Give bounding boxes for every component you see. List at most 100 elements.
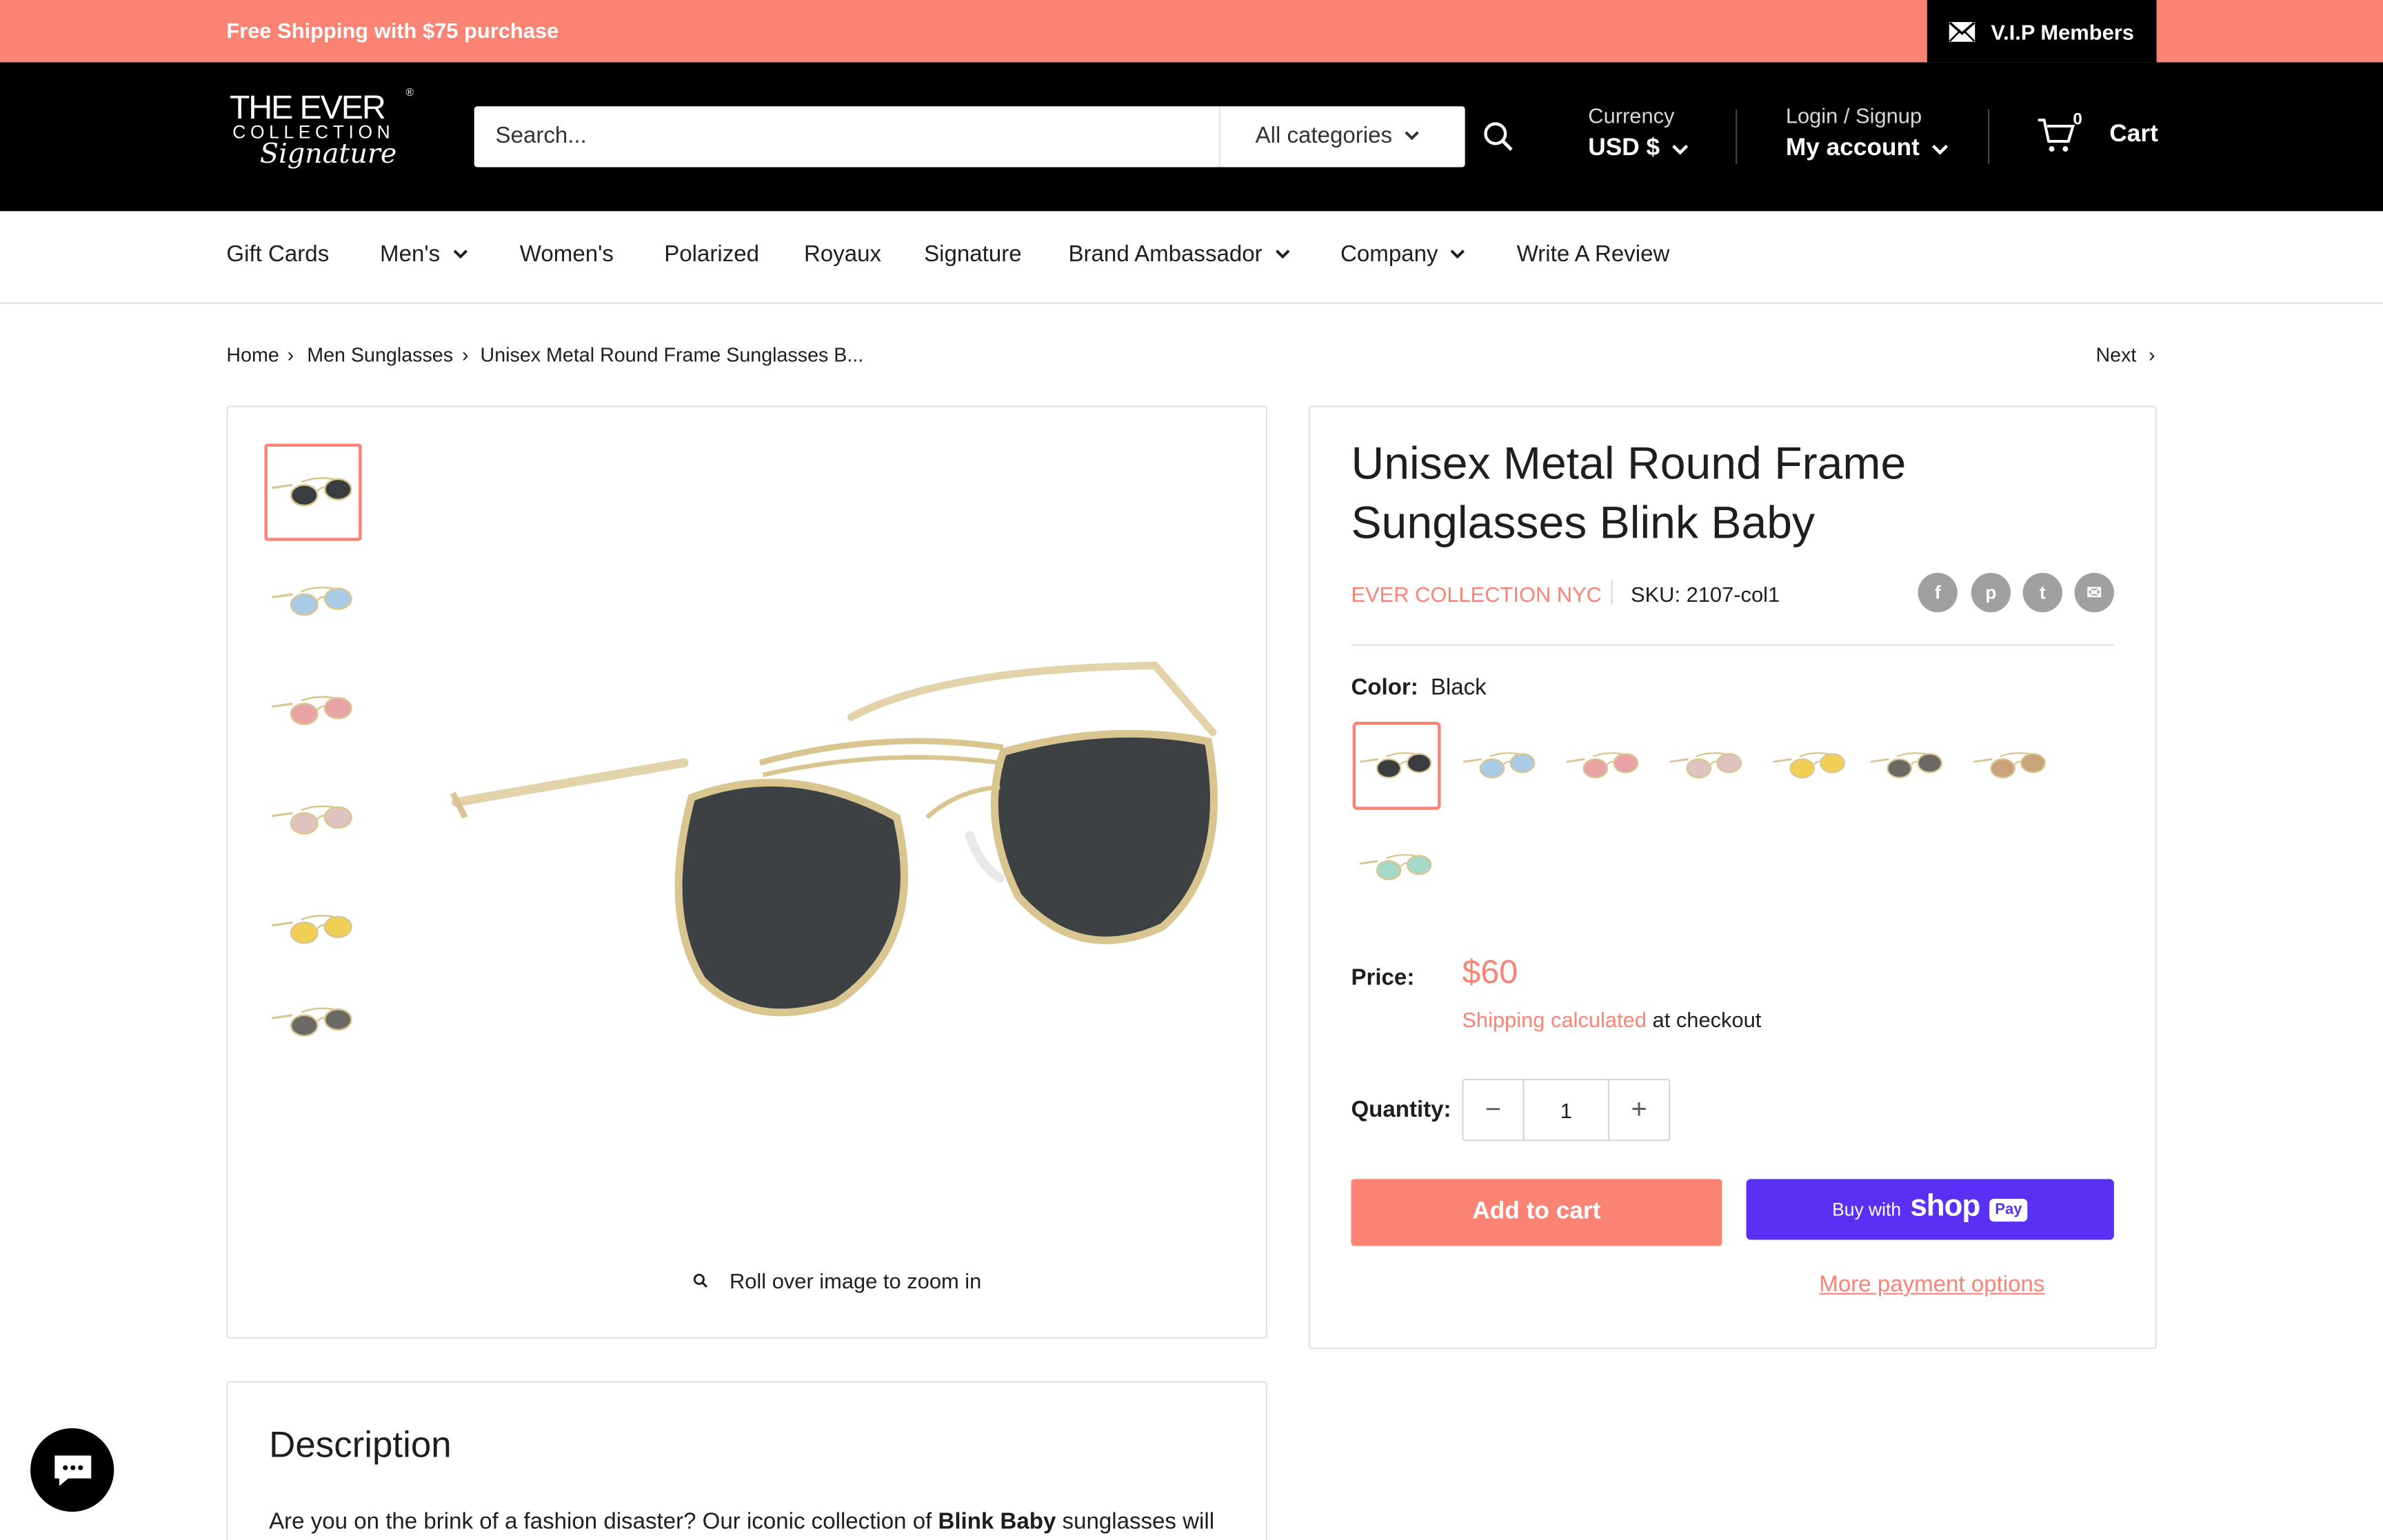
quantity-input[interactable]: 1 bbox=[1525, 1080, 1608, 1139]
cart-link[interactable]: 0 Cart bbox=[2036, 111, 2158, 155]
sunglasses-icon bbox=[1566, 752, 1639, 779]
nav-label: Gift Cards bbox=[226, 241, 330, 267]
quantity-increase-button[interactable]: + bbox=[1607, 1080, 1669, 1140]
nav-gift-cards[interactable]: Gift Cards bbox=[226, 241, 329, 267]
gallery-thumb-4[interactable] bbox=[265, 772, 362, 869]
cart-icon-wrap: 0 bbox=[2036, 111, 2082, 155]
product-price: $60 bbox=[1462, 952, 1518, 991]
gallery-thumb-3[interactable] bbox=[265, 662, 362, 760]
color-label: Color: bbox=[1351, 674, 1418, 701]
shop-logo: shop bbox=[1910, 1189, 1980, 1224]
chevron-right-icon: › bbox=[462, 343, 469, 367]
color-swatch-smoke[interactable] bbox=[1863, 722, 1951, 810]
pay-badge: Pay bbox=[1989, 1197, 2029, 1221]
nav-label: Company bbox=[1340, 241, 1438, 267]
sunglasses-icon bbox=[1462, 752, 1536, 779]
chevron-right-icon: › bbox=[287, 343, 294, 367]
minus-icon: − bbox=[1485, 1093, 1502, 1125]
nav-polarized[interactable]: Polarized bbox=[664, 241, 759, 267]
nav-write-review[interactable]: Write A Review bbox=[1517, 241, 1670, 267]
logo-registered: ® bbox=[405, 88, 414, 99]
color-swatch-rose[interactable] bbox=[1662, 722, 1751, 810]
zoom-hint: Roll over image to zoom in bbox=[693, 1268, 981, 1293]
nav-signature[interactable]: Signature bbox=[924, 241, 1022, 267]
buy-with-label: Buy with bbox=[1832, 1199, 1902, 1220]
description-title: Description bbox=[269, 1425, 452, 1466]
breadcrumb-home[interactable]: Home bbox=[226, 343, 279, 366]
nav-mens[interactable]: Men's bbox=[380, 241, 467, 267]
color-swatch-yellow[interactable] bbox=[1766, 722, 1854, 810]
email-glyph: ✉ bbox=[2087, 582, 2102, 604]
currency-selector[interactable]: Currency USD $ bbox=[1588, 103, 1689, 163]
nav-label: Women's bbox=[519, 241, 614, 267]
mail-icon bbox=[1949, 21, 1975, 41]
gallery-thumb-2[interactable] bbox=[265, 553, 362, 650]
color-swatch-pink[interactable] bbox=[1559, 722, 1647, 810]
quantity-stepper: − 1 + bbox=[1462, 1078, 1671, 1142]
nav-company[interactable]: Company bbox=[1340, 241, 1465, 267]
facebook-icon[interactable]: f bbox=[1918, 572, 1958, 613]
quantity-decrease-button[interactable]: − bbox=[1464, 1080, 1525, 1140]
pinterest-glyph: p bbox=[1985, 582, 1997, 604]
description-text-bold: Blink Baby bbox=[938, 1508, 1056, 1535]
product-main-image[interactable] bbox=[441, 638, 1231, 1033]
color-label-row: Color: Black bbox=[1351, 675, 1486, 700]
account-value-row: My account bbox=[1786, 135, 1949, 163]
store-logo[interactable]: THE EVER ® COLLECTION Signature bbox=[226, 88, 421, 185]
nav-label: Polarized bbox=[664, 241, 760, 267]
chevron-down-icon bbox=[452, 250, 467, 259]
color-swatch-black[interactable] bbox=[1352, 721, 1441, 810]
next-product-link[interactable]: Next › bbox=[2095, 343, 2155, 366]
account-menu[interactable]: Login / Signup My account bbox=[1786, 103, 1949, 163]
nav-royaux[interactable]: Royaux bbox=[804, 241, 881, 267]
nav-label: Men's bbox=[380, 241, 441, 267]
cart-label: Cart bbox=[2109, 121, 2158, 148]
sunglasses-icon bbox=[1359, 853, 1432, 880]
announcement-bar: Free Shipping with $75 purchase V.I.P Me… bbox=[0, 0, 2383, 63]
sunglasses-icon bbox=[1773, 752, 1845, 779]
chevron-right-icon: › bbox=[2149, 343, 2155, 367]
color-swatch-blue[interactable] bbox=[1456, 722, 1545, 810]
chat-button[interactable] bbox=[30, 1428, 114, 1512]
currency-value-row: USD $ bbox=[1588, 135, 1689, 163]
search-button[interactable] bbox=[1465, 106, 1532, 168]
meta-divider bbox=[1611, 580, 1613, 605]
shop-pay-button[interactable]: Buy with shop Pay bbox=[1746, 1179, 2114, 1240]
pinterest-icon[interactable]: p bbox=[1971, 572, 2011, 613]
sunglasses-icon bbox=[1870, 752, 1942, 779]
login-signup-label: Login / Signup bbox=[1785, 103, 1922, 128]
chevron-down-icon bbox=[1932, 143, 1949, 154]
category-select-label: All categories bbox=[1255, 123, 1393, 150]
price-label: Price: bbox=[1351, 964, 1415, 991]
vendor-link[interactable]: EVER COLLECTION NYC bbox=[1351, 582, 1602, 606]
vip-members-label: V.I.P Members bbox=[1991, 19, 2134, 43]
description-text-after: sunglasses will bbox=[1056, 1508, 1215, 1535]
facebook-glyph: f bbox=[1934, 582, 1941, 604]
quantity-label: Quantity: bbox=[1351, 1097, 1451, 1123]
breadcrumb-men-sunglasses[interactable]: Men Sunglasses bbox=[307, 343, 453, 366]
email-share-icon[interactable]: ✉ bbox=[2074, 572, 2114, 613]
gallery-thumb-5[interactable] bbox=[265, 881, 362, 978]
sunglasses-icon bbox=[1973, 752, 2046, 779]
chevron-down-icon bbox=[1405, 131, 1419, 141]
nav-brand-ambassador[interactable]: Brand Ambassador bbox=[1068, 241, 1289, 267]
search-input[interactable]: Search... bbox=[496, 123, 587, 149]
shipping-note-rest: at checkout bbox=[1646, 1007, 1762, 1032]
color-swatch-green[interactable] bbox=[1353, 824, 1441, 912]
sunglasses-icon bbox=[1669, 752, 1742, 779]
nav-womens[interactable]: Women's bbox=[520, 241, 614, 267]
twitter-icon[interactable]: t bbox=[2022, 572, 2062, 613]
gallery-thumb-6[interactable] bbox=[265, 991, 362, 1051]
search-bar: Search... All categories bbox=[474, 106, 1465, 168]
add-to-cart-button[interactable]: Add to cart bbox=[1351, 1179, 1722, 1246]
vip-members-link[interactable]: V.I.P Members bbox=[1927, 0, 2157, 63]
main-nav: Gift Cards Men's Women's Polarized Royau… bbox=[0, 211, 2383, 304]
more-payment-options-link[interactable]: More payment options bbox=[1819, 1272, 2044, 1297]
sunglasses-icon bbox=[272, 1007, 352, 1037]
gallery-thumb-1[interactable] bbox=[264, 443, 362, 541]
color-swatch-brown[interactable] bbox=[1967, 722, 2055, 810]
sunglasses-icon bbox=[1359, 752, 1432, 779]
category-select[interactable]: All categories bbox=[1256, 123, 1420, 149]
zoom-icon bbox=[693, 1273, 707, 1288]
shipping-calculated-link[interactable]: Shipping calculated bbox=[1462, 1007, 1647, 1031]
